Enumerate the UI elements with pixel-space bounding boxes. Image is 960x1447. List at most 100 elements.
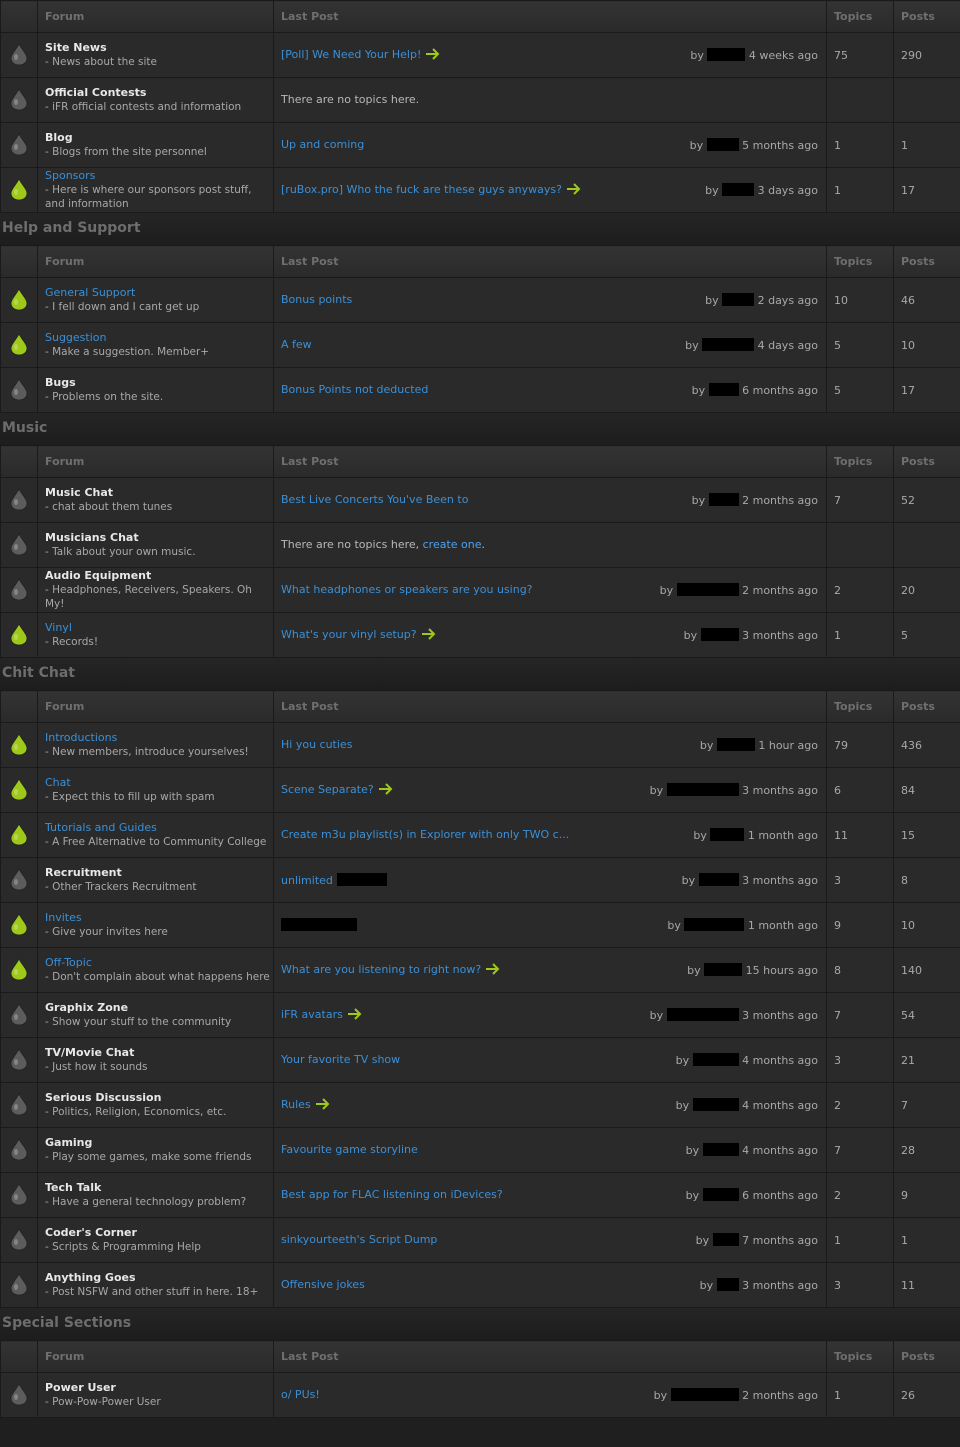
last-post-title-link[interactable]: A few (281, 338, 312, 351)
last-post-cell: There are no topics here. (273, 77, 827, 123)
last-post: Scene Separate? by 3 months ago (281, 768, 826, 812)
forum-description: - Give your invites here (45, 926, 168, 938)
forum-table: Forum Last Post Topics Posts Site News - News… (0, 0, 960, 213)
last-post-time: 6 months ago (738, 1189, 818, 1202)
new-post-arrow-icon[interactable] (347, 1008, 363, 1020)
forum-description: - Other Trackers Recruitment (45, 881, 197, 893)
new-post-arrow-icon[interactable] (378, 783, 394, 795)
last-post: [ruBox.pro] Who the fuck are these guys … (281, 168, 826, 212)
forum-name-link[interactable]: Blog (45, 131, 273, 145)
forum-name-link[interactable]: Musicians Chat (45, 531, 273, 545)
by-label: by (689, 139, 707, 152)
read-forum-icon (9, 1382, 29, 1406)
forum-info-cell: Anything Goes - Post NSFW and other stuff… (37, 1262, 274, 1308)
last-post-title-link[interactable]: sinkyourteeth's Script Dump (281, 1233, 437, 1246)
topics-count: 2 (826, 1082, 894, 1128)
forum-name-link[interactable]: Audio Equipment (45, 569, 273, 583)
unread-forum-icon (9, 287, 29, 311)
topics-count (826, 77, 894, 123)
topics-count: 7 (826, 1127, 894, 1173)
last-post-title-link[interactable]: Best Live Concerts You've Been to (281, 493, 468, 506)
new-post-arrow-icon[interactable] (566, 183, 582, 195)
last-post-title-link[interactable]: o/ PUs! (281, 1388, 320, 1401)
last-post: Up and coming by 5 months ago (281, 123, 826, 167)
forum-name-link[interactable]: Site News (45, 41, 273, 55)
forum-status-cell (0, 477, 38, 523)
forum-info-cell: TV/Movie Chat - Just how it sounds (37, 1037, 274, 1083)
forum-name-link[interactable]: TV/Movie Chat (45, 1046, 273, 1060)
forum-status-cell (0, 767, 38, 813)
forum-name-link[interactable]: Sponsors (45, 169, 273, 183)
forum-description: - Problems on the site. (45, 391, 164, 403)
read-forum-icon (9, 487, 29, 511)
last-post-title-link[interactable]: iFR avatars (281, 1008, 343, 1021)
forum-row: Site News - News about the site [Poll] We … (0, 32, 960, 78)
last-post-title-link[interactable]: Create m3u playlist(s) in Explorer with … (281, 828, 569, 841)
create-one-link[interactable]: create one (423, 538, 482, 551)
last-post-title-link[interactable]: Bonus Points not deducted (281, 383, 428, 396)
forum-info-cell: Suggestion - Make a suggestion. Member+ (37, 322, 274, 368)
forum-name-link[interactable]: Music Chat (45, 486, 273, 500)
last-post-title-link[interactable]: Best app for FLAC listening on iDevices? (281, 1188, 503, 1201)
new-post-arrow-icon[interactable] (421, 628, 437, 640)
topics-count: 7 (826, 992, 894, 1038)
last-post: Hi you cuties by 1 hour ago (281, 723, 826, 767)
last-post-time: 4 months ago (738, 1054, 818, 1067)
posts-count: 46 (893, 277, 960, 323)
last-post-author: by 3 months ago (650, 1008, 818, 1022)
forum-name-link[interactable]: Power User (45, 1381, 273, 1395)
new-post-arrow-icon[interactable] (315, 1098, 331, 1110)
forum-name-link[interactable]: Gaming (45, 1136, 273, 1150)
last-post-title-link[interactable]: unlimited (281, 874, 333, 887)
last-post-title-link[interactable]: Hi you cuties (281, 738, 352, 751)
unread-forum-icon (9, 777, 29, 801)
forum-status-cell (0, 77, 38, 123)
forum-name-link[interactable]: Bugs (45, 376, 273, 390)
forum-name-link[interactable]: Vinyl (45, 621, 273, 635)
forum-name-link[interactable]: Coder's Corner (45, 1226, 273, 1240)
last-post-title-link[interactable]: Your favorite TV show (281, 1053, 400, 1066)
new-post-arrow-icon[interactable] (485, 963, 501, 975)
last-post-title-link[interactable]: What headphones or speakers are you usin… (281, 583, 533, 596)
last-post-time: 3 days ago (754, 184, 818, 197)
forum-name-link[interactable]: Recruitment (45, 866, 273, 880)
last-post-time: 4 weeks ago (745, 49, 818, 62)
forum-info-cell: Bugs - Problems on the site. (37, 367, 274, 413)
new-post-arrow-icon[interactable] (425, 48, 441, 60)
no-topics-prefix: There are no topics here, (281, 538, 423, 551)
forum-name-link[interactable]: Suggestion (45, 331, 273, 345)
last-post-title-link[interactable]: What's your vinyl setup? (281, 628, 417, 641)
forum-name-link[interactable]: Introductions (45, 731, 273, 745)
forum-name-link[interactable]: Invites (45, 911, 273, 925)
last-post-title-link[interactable]: Offensive jokes (281, 1278, 365, 1291)
header-forum: Forum (37, 690, 274, 723)
last-post-cell: What's your vinyl setup? by 3 months ago (273, 612, 827, 658)
last-post-title-link[interactable]: Up and coming (281, 138, 364, 151)
forum-description: - Talk about your own music. (45, 546, 196, 558)
last-post-title-link[interactable]: Scene Separate? (281, 783, 374, 796)
last-post-title-link[interactable]: Rules (281, 1098, 311, 1111)
forum-name-link[interactable]: Tech Talk (45, 1181, 273, 1195)
last-post: Create m3u playlist(s) in Explorer with … (281, 813, 826, 857)
forum-status-cell (0, 1127, 38, 1173)
forum-name-link[interactable]: Graphix Zone (45, 1001, 273, 1015)
by-label: by (695, 1234, 713, 1247)
forum-name-link[interactable]: General Support (45, 286, 273, 300)
forum-description: - Show your stuff to the community (45, 1016, 232, 1028)
last-post-title-link[interactable]: [ruBox.pro] Who the fuck are these guys … (281, 183, 562, 196)
read-forum-icon (9, 1092, 29, 1116)
last-post-cell: Bonus points by 2 days ago (273, 277, 827, 323)
forum-name-link[interactable]: Anything Goes (45, 1271, 273, 1285)
last-post-title-link[interactable]: [Poll] We Need Your Help! (281, 48, 421, 61)
forum-name-link[interactable]: Serious Discussion (45, 1091, 273, 1105)
header-forum: Forum (37, 0, 274, 33)
forum-name-link[interactable]: Chat (45, 776, 273, 790)
last-post-title-link[interactable]: Bonus points (281, 293, 352, 306)
last-post-author: by 2 months ago (654, 1388, 818, 1402)
forum-description: - Pow-Pow-Power User (45, 1396, 161, 1408)
last-post-title-link[interactable]: Favourite game storyline (281, 1143, 418, 1156)
forum-name-link[interactable]: Off-Topic (45, 956, 273, 970)
forum-name-link[interactable]: Tutorials and Guides (45, 821, 273, 835)
last-post-title-link[interactable]: What are you listening to right now? (281, 963, 481, 976)
forum-name-link[interactable]: Official Contests (45, 86, 273, 100)
